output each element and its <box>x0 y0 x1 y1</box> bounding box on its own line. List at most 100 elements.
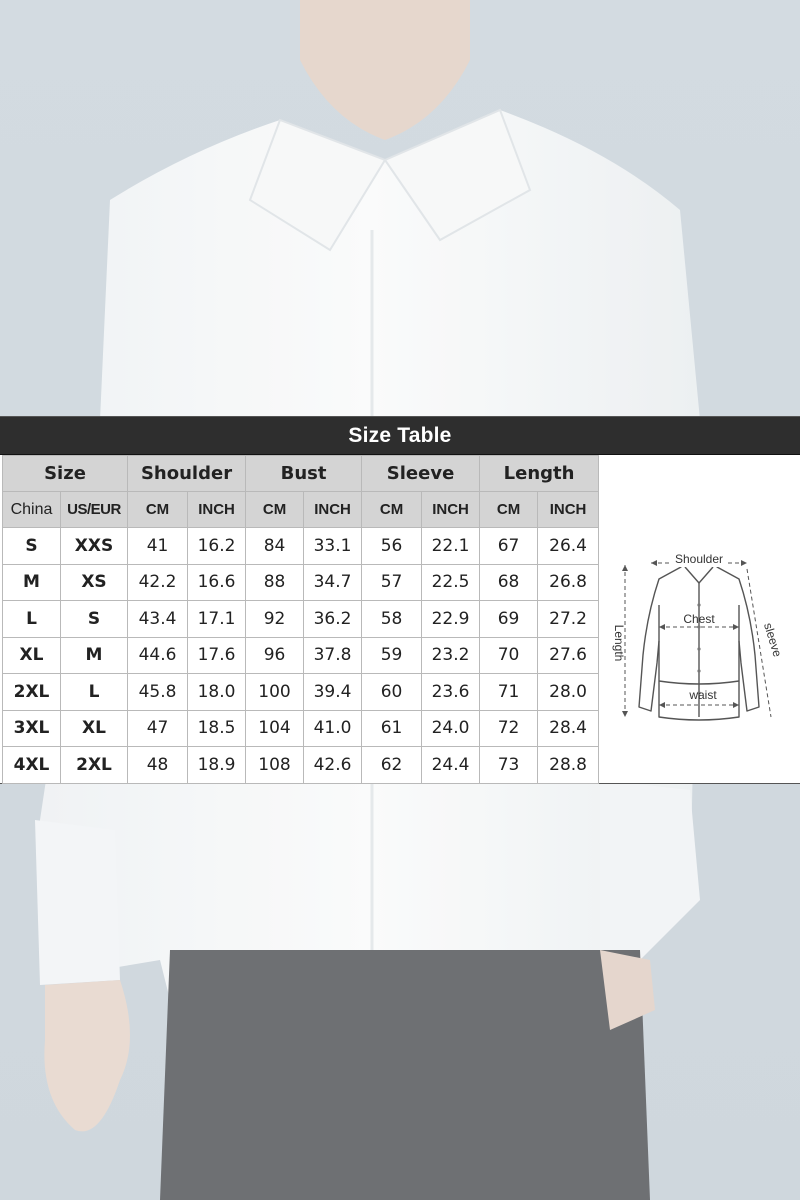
length-inch-cell: 27.6 <box>537 636 600 674</box>
length-inch-cell: 28.4 <box>537 709 600 747</box>
length-cm-cell: 73 <box>479 746 539 784</box>
sleeve-inch-cell: 22.1 <box>421 527 481 565</box>
length-cm-cell: 68 <box>479 563 539 601</box>
bust-inch-cell: 36.2 <box>303 600 363 638</box>
us-eur-size-cell: XXS <box>59 527 129 565</box>
table-row: 3XL XL 47 18.5 104 41.0 61 24.0 72 28.4 <box>2 709 600 747</box>
subheader-bust-inch: INCH <box>303 491 363 528</box>
us-eur-size-cell: L <box>59 673 129 711</box>
subheader-bust-cm: CM <box>245 491 305 528</box>
us-eur-size-cell: XS <box>59 563 129 601</box>
shoulder-inch-cell: 17.6 <box>187 636 247 674</box>
shoulder-inch-cell: 18.5 <box>187 709 247 747</box>
shoulder-cm-cell: 41 <box>127 527 189 565</box>
diagram-shoulder-label: Shoulder <box>675 552 723 566</box>
diagram-length-label: Length <box>612 625 626 662</box>
table-row: L S 43.4 17.1 92 36.2 58 22.9 69 27.2 <box>2 600 600 638</box>
size-table: Size Shoulder Bust Sleeve Length China U… <box>1 455 600 784</box>
us-eur-size-cell: XL <box>59 709 129 747</box>
china-size-cell: S <box>2 527 61 565</box>
china-size-cell: 2XL <box>2 673 61 711</box>
china-size-cell: 3XL <box>2 709 61 747</box>
us-eur-size-cell: M <box>59 636 129 674</box>
sleeve-cm-cell: 60 <box>361 673 423 711</box>
bust-cm-cell: 108 <box>245 746 305 784</box>
sleeve-cm-cell: 59 <box>361 636 423 674</box>
us-eur-size-cell: 2XL <box>59 746 129 784</box>
sleeve-inch-cell: 23.2 <box>421 636 481 674</box>
shoulder-cm-cell: 45.8 <box>127 673 189 711</box>
size-table-title: Size Table <box>0 417 800 455</box>
length-cm-cell: 71 <box>479 673 539 711</box>
china-size-cell: M <box>2 563 61 601</box>
bust-inch-cell: 34.7 <box>303 563 363 601</box>
subheader-shoulder-cm: CM <box>127 491 189 528</box>
length-cm-cell: 67 <box>479 527 539 565</box>
length-cm-cell: 69 <box>479 600 539 638</box>
subheader-length-inch: INCH <box>537 491 600 528</box>
subheader-sleeve-inch: INCH <box>421 491 481 528</box>
bust-inch-cell: 41.0 <box>303 709 363 747</box>
group-header-sleeve: Sleeve <box>361 455 481 492</box>
length-inch-cell: 26.8 <box>537 563 600 601</box>
diagram-sleeve-label: sleeve <box>761 621 785 659</box>
bust-inch-cell: 39.4 <box>303 673 363 711</box>
sleeve-inch-cell: 22.5 <box>421 563 481 601</box>
length-inch-cell: 27.2 <box>537 600 600 638</box>
china-size-cell: 4XL <box>2 746 61 784</box>
shoulder-inch-cell: 16.2 <box>187 527 247 565</box>
subheader-shoulder-inch: INCH <box>187 491 247 528</box>
group-header-bust: Bust <box>245 455 363 492</box>
bust-inch-cell: 33.1 <box>303 527 363 565</box>
sleeve-inch-cell: 24.4 <box>421 746 481 784</box>
group-header-row: Size Shoulder Bust Sleeve Length <box>1 455 600 492</box>
sleeve-cm-cell: 58 <box>361 600 423 638</box>
china-size-cell: L <box>2 600 61 638</box>
sleeve-inch-cell: 23.6 <box>421 673 481 711</box>
group-header-size: Size <box>1 455 129 492</box>
shirt-outline-icon: Shoulder Chest waist Length sleeve <box>612 551 785 721</box>
shoulder-cm-cell: 43.4 <box>127 600 189 638</box>
table-row: 4XL 2XL 48 18.9 108 42.6 62 24.4 73 28.8 <box>2 746 600 784</box>
group-header-shoulder: Shoulder <box>127 455 247 492</box>
diagram-waist-label: waist <box>688 688 717 702</box>
length-inch-cell: 26.4 <box>537 527 600 565</box>
subheader-china: China <box>2 491 61 528</box>
length-cm-cell: 72 <box>479 709 539 747</box>
bust-inch-cell: 37.8 <box>303 636 363 674</box>
table-row: XL M 44.6 17.6 96 37.8 59 23.2 70 27.6 <box>2 636 600 674</box>
china-size-cell: XL <box>2 636 61 674</box>
diagram-chest-label: Chest <box>683 612 715 626</box>
sleeve-inch-cell: 22.9 <box>421 600 481 638</box>
bust-cm-cell: 96 <box>245 636 305 674</box>
table-row: 2XL L 45.8 18.0 100 39.4 60 23.6 71 28.0 <box>2 673 600 711</box>
shoulder-cm-cell: 44.6 <box>127 636 189 674</box>
sleeve-inch-cell: 24.0 <box>421 709 481 747</box>
sleeve-cm-cell: 57 <box>361 563 423 601</box>
shoulder-cm-cell: 48 <box>127 746 189 784</box>
subheader-us-eur: US/EUR <box>59 491 129 528</box>
table-row: S XXS 41 16.2 84 33.1 56 22.1 67 26.4 <box>2 527 600 565</box>
shoulder-cm-cell: 47 <box>127 709 189 747</box>
bust-cm-cell: 84 <box>245 527 305 565</box>
size-table-panel: Size Table Size Shoulder Bust Sleeve Len… <box>0 416 800 784</box>
sleeve-cm-cell: 62 <box>361 746 423 784</box>
bust-inch-cell: 42.6 <box>303 746 363 784</box>
shoulder-inch-cell: 16.6 <box>187 563 247 601</box>
length-inch-cell: 28.8 <box>537 746 600 784</box>
shoulder-inch-cell: 17.1 <box>187 600 247 638</box>
bust-cm-cell: 100 <box>245 673 305 711</box>
sleeve-cm-cell: 56 <box>361 527 423 565</box>
shoulder-inch-cell: 18.9 <box>187 746 247 784</box>
group-header-length: Length <box>479 455 600 492</box>
subheader-sleeve-cm: CM <box>361 491 423 528</box>
length-inch-cell: 28.0 <box>537 673 600 711</box>
bust-cm-cell: 104 <box>245 709 305 747</box>
measurement-diagram: Shoulder Chest waist Length sleeve <box>598 455 799 783</box>
bust-cm-cell: 88 <box>245 563 305 601</box>
shoulder-cm-cell: 42.2 <box>127 563 189 601</box>
subheader-length-cm: CM <box>479 491 539 528</box>
shoulder-inch-cell: 18.0 <box>187 673 247 711</box>
bust-cm-cell: 92 <box>245 600 305 638</box>
unit-header-row: China US/EUR CM INCH CM INCH CM INCH CM … <box>2 491 600 528</box>
